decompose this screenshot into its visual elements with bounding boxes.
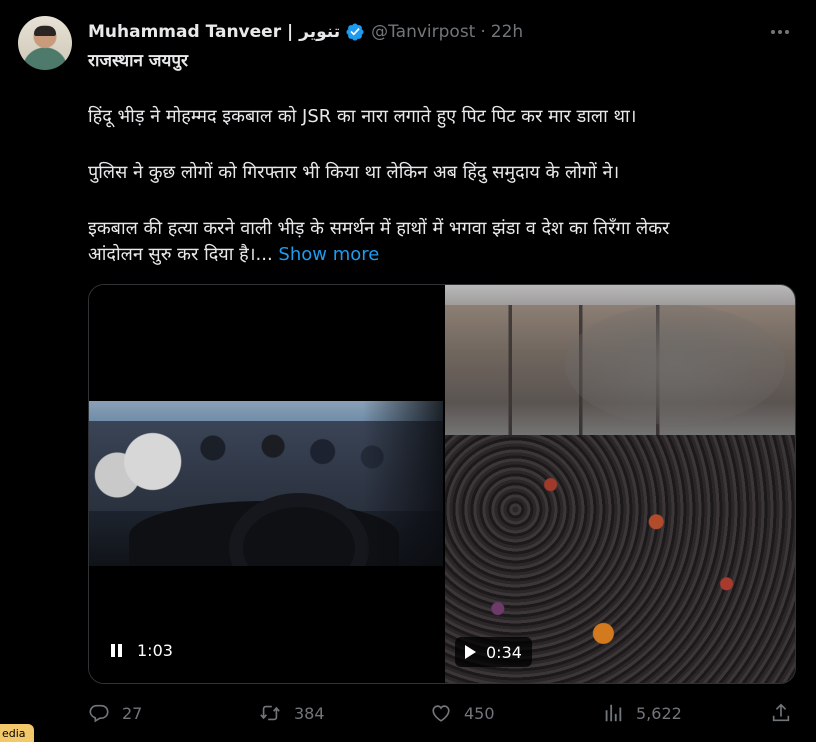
retweet-button[interactable]: 384 [258,700,325,726]
video-1-controls[interactable]: 1:03 [105,635,179,665]
retweet-icon [260,705,280,721]
more-options-icon[interactable] [766,18,794,46]
author-handle[interactable]: @Tanvirpost [371,22,475,42]
tweet-timestamp[interactable]: 22h [491,22,523,42]
retweet-count: 384 [294,703,325,723]
like-button[interactable]: 450 [430,700,495,726]
show-more-link[interactable]: Show more [278,244,379,265]
corner-tab[interactable]: edia [0,724,34,742]
tweet-text-line-1: हिंदू भीड़ ने मोहम्मद इकबाल को JSR का ना… [88,106,637,127]
tweet-text-line-4-text: आंदोलन सुरु कर दिया है।... [88,244,273,265]
avatar[interactable] [18,16,72,70]
video-2-controls[interactable]: 0:34 [455,637,532,667]
header-separator: · [480,22,486,42]
video-2-duration: 0:34 [486,642,522,662]
share-button[interactable] [770,700,804,726]
pause-icon[interactable] [111,643,125,657]
view-count: 5,622 [636,703,682,723]
reply-button[interactable]: 27 [88,700,142,726]
share-icon [772,703,790,722]
media-grid: 1:03 0:34 [88,284,796,684]
smoke-image [565,305,785,425]
reply-count: 27 [122,703,143,723]
tweet-header: Muhammad Tanveer | تنویر @Tanvirpost · 2… [88,20,523,44]
reply-icon [89,704,109,723]
video-player-2[interactable]: 0:34 [445,285,795,683]
author-name[interactable]: Muhammad Tanveer | تنویر [88,22,340,42]
tweet-text-line-4: आंदोलन सुरु कर दिया है।... Show more [88,242,379,266]
heart-icon [432,705,450,722]
play-icon[interactable] [465,645,476,659]
tweet-text-line-3: इकबाल की हत्या करने वाली भीड़ के समर्थन … [88,218,670,239]
verified-badge-icon[interactable] [345,22,365,42]
tweet-actions: 27 384 450 5,622 [88,700,796,726]
views-button[interactable]: 5,622 [602,700,682,726]
video-player-1[interactable]: 1:03 [89,285,443,683]
tweet-text-line-2: पुलिस ने कुछ लोगों को गिरफ्तार भी किया थ… [88,162,620,183]
like-count: 450 [464,703,495,723]
analytics-icon [605,704,622,722]
tweet-first-line: राजस्थान जयपुर [88,51,188,71]
video-1-frame [89,401,443,566]
video-1-duration: 1:03 [137,640,173,660]
